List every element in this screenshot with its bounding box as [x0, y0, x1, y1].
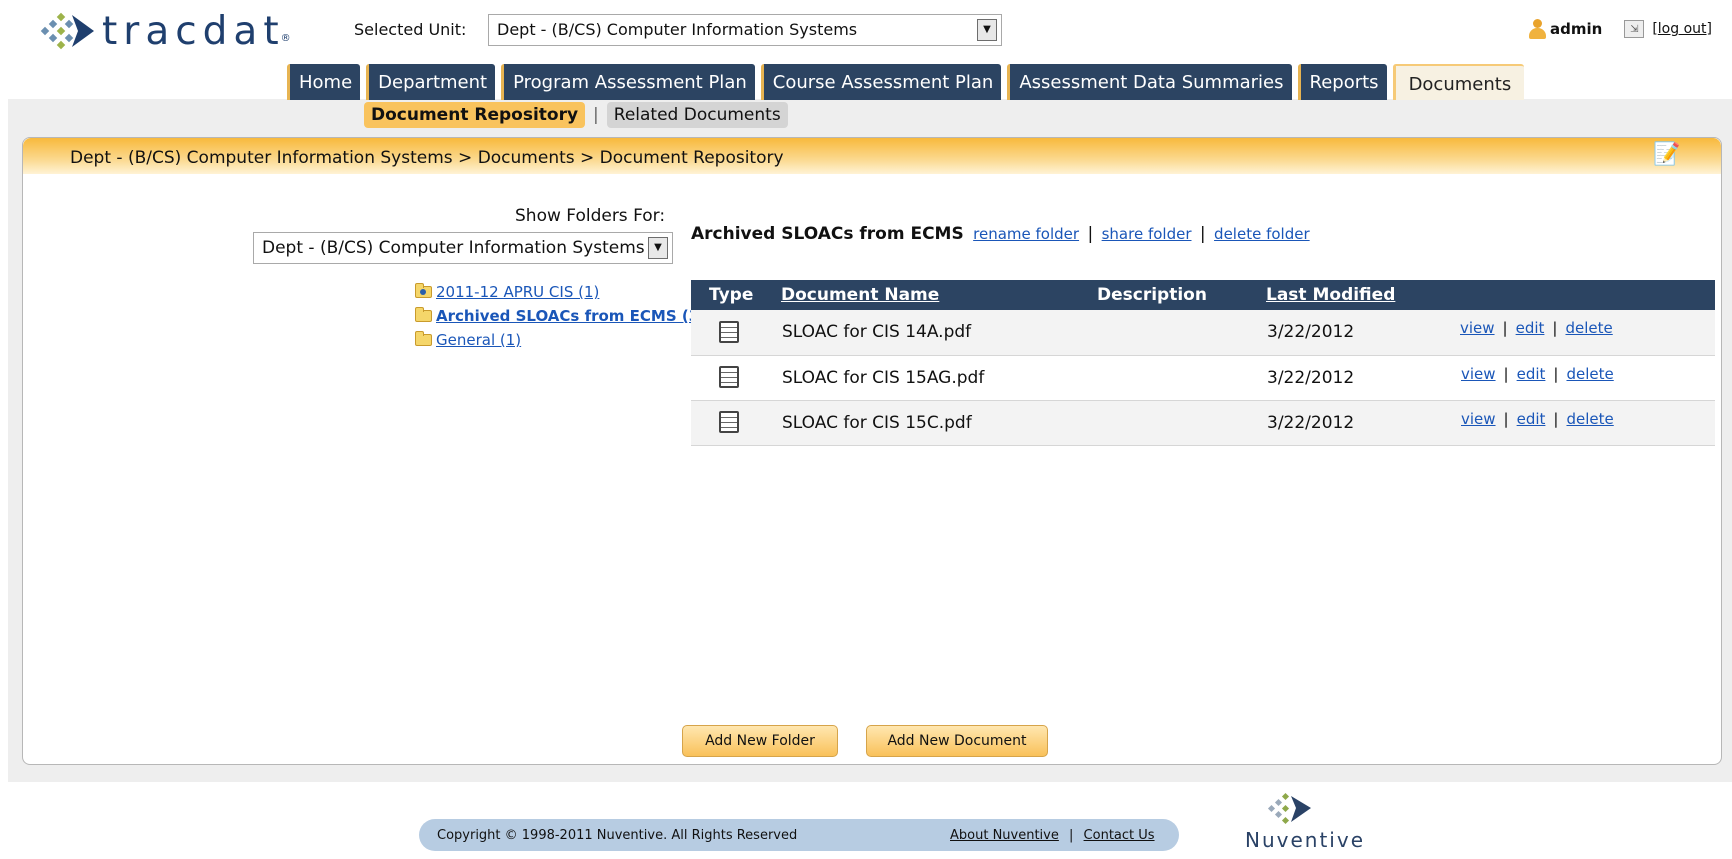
tab-department[interactable]: Department — [366, 64, 496, 100]
footer-links: About Nuventive | Contact Us — [950, 828, 1155, 843]
contact-us-link[interactable]: Contact Us — [1084, 828, 1155, 843]
folder-tree: 2011-12 APRU CIS (1) Archived SLOACs fro… — [415, 280, 706, 352]
tab-course-assessment-plan[interactable]: Course Assessment Plan — [760, 64, 1002, 100]
separator: | — [1069, 828, 1074, 843]
nuventive-brand-text: Nuventive — [1245, 828, 1365, 852]
footer: Copyright © 1998-2011 Nuventive. All Rig… — [419, 819, 1179, 851]
column-header-last-modified[interactable]: Last Modified — [1266, 285, 1395, 305]
documents-table: Type Document Name Description Last Modi… — [691, 280, 1715, 446]
edit-link[interactable]: edit — [1517, 410, 1546, 428]
help-icon[interactable]: 📝 — [1653, 142, 1680, 167]
copyright-text: Copyright © 1998-2011 Nuventive. All Rig… — [437, 828, 798, 843]
folder-title-bar: Archived SLOACs from ECMS rename folder … — [691, 224, 1310, 244]
add-new-document-button[interactable]: Add New Document — [866, 725, 1048, 757]
table-row: SLOAC for CIS 15AG.pdf 3/22/2012 view | ed… — [691, 355, 1715, 400]
column-header-type: Type — [709, 285, 754, 305]
share-folder-link[interactable]: share folder — [1102, 225, 1192, 243]
user-name: admin — [1550, 20, 1603, 38]
delete-link[interactable]: delete — [1565, 319, 1612, 337]
delete-folder-link[interactable]: delete folder — [1214, 225, 1310, 243]
separator: | — [1502, 319, 1508, 337]
rename-folder-link[interactable]: rename folder — [973, 225, 1079, 243]
column-header-document-name[interactable]: Document Name — [781, 285, 939, 305]
view-link[interactable]: view — [1461, 365, 1496, 383]
separator: | — [1087, 224, 1094, 244]
subtab-document-repository[interactable]: Document Repository — [364, 102, 586, 128]
folder-unit-dropdown[interactable]: Dept - (B/CS) Computer Information Syste… — [253, 232, 673, 264]
folder-link-general[interactable]: General (1) — [436, 331, 521, 349]
document-description — [1097, 310, 1266, 355]
document-description — [1097, 355, 1266, 400]
selected-unit-dropdown[interactable]: Dept - (B/CS) Computer Information Syste… — [488, 14, 1002, 46]
folder-title: Archived SLOACs from ECMS — [691, 224, 964, 244]
document-name: SLOAC for CIS 15AG.pdf — [782, 367, 985, 388]
folder-item[interactable]: General (1) — [415, 328, 706, 352]
folder-item[interactable]: Archived SLOACs from ECMS (3) — [415, 304, 706, 328]
user-icon — [1528, 18, 1546, 40]
tab-assessment-data-summaries[interactable]: Assessment Data Summaries — [1007, 64, 1292, 100]
folder-link-archived-sloacs[interactable]: Archived SLOACs from ECMS (3) — [436, 307, 706, 325]
tab-home[interactable]: Home — [287, 64, 361, 100]
edit-link[interactable]: edit — [1517, 365, 1546, 383]
edit-link[interactable]: edit — [1516, 319, 1545, 337]
document-icon — [719, 320, 739, 343]
table-row: SLOAC for CIS 14A.pdf 3/22/2012 view | edi… — [691, 310, 1715, 355]
document-name: SLOAC for CIS 14A.pdf — [782, 322, 972, 343]
view-link[interactable]: view — [1460, 319, 1495, 337]
folder-open-icon — [415, 307, 432, 322]
separator: | — [1552, 319, 1558, 337]
tab-documents[interactable]: Documents — [1392, 64, 1525, 100]
view-link[interactable]: view — [1461, 410, 1496, 428]
logo-text: tracdat — [102, 8, 285, 54]
subtab-related-documents[interactable]: Related Documents — [606, 102, 788, 128]
document-description — [1097, 400, 1266, 445]
separator: | — [1503, 364, 1509, 383]
panel-header: Dept - (B/CS) Computer Information Syste… — [23, 138, 1721, 174]
document-last-modified: 3/22/2012 — [1267, 367, 1355, 388]
logout-link-wrapper: [log out] — [1652, 21, 1712, 37]
show-folders-label: Show Folders For: — [515, 206, 666, 226]
user-area: admin ⇲ [log out] — [1528, 18, 1712, 40]
document-last-modified: 3/22/2012 — [1267, 412, 1355, 433]
document-name: SLOAC for CIS 15C.pdf — [782, 412, 972, 433]
logout-icon[interactable]: ⇲ — [1624, 20, 1645, 38]
folder-icon — [415, 331, 432, 346]
logout-link[interactable]: log out — [1658, 21, 1707, 37]
about-nuventive-link[interactable]: About Nuventive — [950, 828, 1059, 843]
diamond-logo-icon — [40, 12, 94, 50]
separator: | — [1503, 409, 1509, 428]
tab-program-assessment-plan[interactable]: Program Assessment Plan — [501, 64, 755, 100]
nuventive-diamond-icon — [1267, 792, 1311, 825]
sub-navigation: Document Repository | Related Documents — [364, 101, 788, 129]
folder-item[interactable]: 2011-12 APRU CIS (1) — [415, 280, 706, 304]
delete-link[interactable]: delete — [1566, 365, 1613, 383]
subnav-separator: | — [593, 105, 599, 125]
delete-link[interactable]: delete — [1566, 410, 1613, 428]
tab-reports[interactable]: Reports — [1297, 64, 1387, 100]
document-icon — [719, 366, 739, 388]
folder-unit-value: Dept - (B/CS) Computer Information Syste… — [262, 238, 645, 258]
column-header-description: Description — [1097, 285, 1207, 305]
separator: | — [1199, 224, 1206, 244]
selected-unit-label: Selected Unit: — [354, 20, 467, 39]
shared-folder-icon — [415, 283, 432, 298]
breadcrumb: Dept - (B/CS) Computer Information Syste… — [70, 148, 784, 168]
logo-registered-mark: ® — [280, 32, 291, 44]
table-header-row: Type Document Name Description Last Modi… — [691, 280, 1715, 310]
chevron-down-icon[interactable]: ▼ — [648, 237, 668, 259]
separator: | — [1553, 364, 1559, 383]
nuventive-logo: Nuventive — [1245, 792, 1385, 852]
folder-link-2011-12-apru-cis[interactable]: 2011-12 APRU CIS (1) — [436, 283, 599, 301]
table-row: SLOAC for CIS 15C.pdf 3/22/2012 view | edi… — [691, 400, 1715, 445]
document-last-modified: 3/22/2012 — [1267, 322, 1355, 343]
document-icon — [719, 411, 739, 433]
chevron-down-icon[interactable]: ▼ — [977, 19, 997, 41]
tracdat-logo[interactable]: tracdat ® — [38, 10, 291, 52]
main-tabs: Home Department Program Assessment Plan … — [287, 64, 1530, 100]
selected-unit-value: Dept - (B/CS) Computer Information Syste… — [497, 20, 858, 39]
add-new-folder-button[interactable]: Add New Folder — [682, 725, 838, 757]
separator: | — [1553, 409, 1559, 428]
